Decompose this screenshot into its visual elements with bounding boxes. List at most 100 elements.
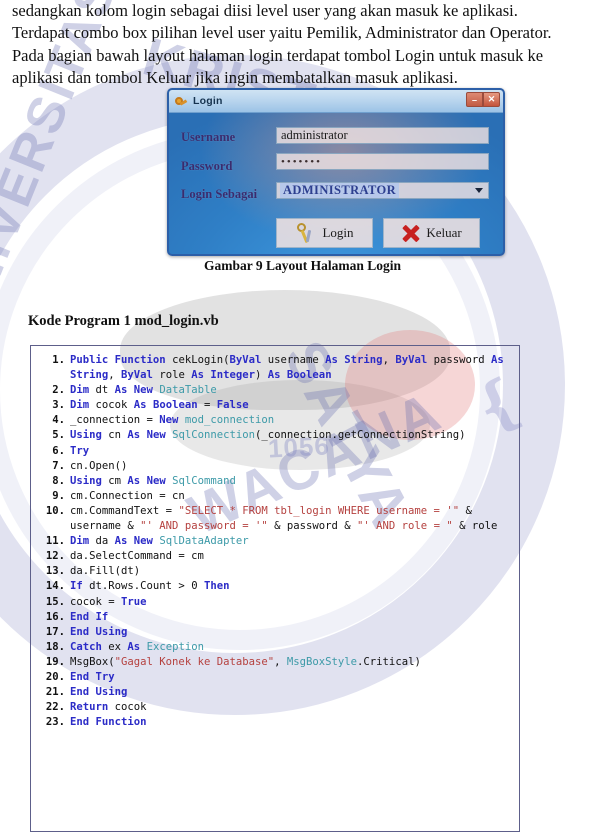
username-input[interactable]: administrator (276, 127, 489, 144)
chevron-down-icon[interactable] (475, 188, 483, 193)
code-line: 23. End Function (40, 715, 513, 730)
code-token: As (127, 640, 147, 653)
code-token: Dim (70, 399, 96, 412)
code-line: 3. Dim cocok As Boolean = False (40, 398, 513, 413)
code-token: Public (70, 354, 115, 366)
code-line-number: 19. (45, 655, 65, 668)
body-paragraph: sedangkan kolom login sebagai diisi leve… (12, 0, 605, 89)
code-token: Then (203, 580, 230, 593)
code-token: False (216, 399, 249, 412)
code-line-number: 13. (45, 565, 65, 578)
login-dialog-figure: Login – ✕ Username administrator Passwor… (167, 88, 505, 256)
code-line-number: 15. (45, 595, 65, 608)
code-token: ) (255, 369, 268, 382)
code-line-number: 11. (45, 535, 65, 548)
code-token: SqlDataAdapter (159, 535, 249, 548)
login-sebagai-selected-value: ADMINISTRATOR (280, 183, 400, 198)
login-window: Login – ✕ Username administrator Passwor… (167, 88, 505, 256)
code-line-number: 1. (52, 354, 65, 366)
code-token: da.SelectCommand = cm (70, 550, 204, 563)
code-token: MsgBoxStyle (286, 655, 358, 668)
code-token: "SELECT * FROM tbl_login WHERE username … (178, 504, 460, 517)
code-token: cocok (114, 701, 147, 714)
code-line: 17. End Using (40, 625, 513, 640)
code-line-text: _connection = New mod_connection (70, 413, 513, 428)
code-token: If (70, 580, 90, 593)
code-token: Dim (70, 535, 96, 548)
minimize-icon[interactable]: – (466, 92, 483, 107)
code-token: As (267, 369, 287, 382)
code-token: mod_connection (184, 414, 275, 427)
login-window-body: Username administrator Password ••••••• … (169, 112, 503, 254)
code-token: _connection = (70, 414, 160, 427)
code-line-text: End Try (70, 670, 513, 685)
code-line-number: 7. (52, 459, 65, 472)
code-line-number: 6. (52, 444, 65, 457)
login-sebagai-row: Login Sebagai (181, 185, 257, 204)
code-token: New (133, 535, 160, 548)
code-listing-heading: Kode Program 1 mod_login.vb (28, 313, 219, 329)
code-token: As (133, 399, 153, 412)
login-sebagai-combobox[interactable]: ADMINISTRATOR (276, 182, 489, 199)
code-token: dt.Rows.Count > 0 (89, 580, 204, 593)
code-token: dt (95, 384, 115, 397)
code-token: cm.CommandText = (70, 504, 179, 517)
code-line-text: Catch ex As Exception (70, 640, 513, 655)
code-line: 6. Try (40, 444, 513, 459)
code-line: 9. cm.Connection = cn (40, 489, 513, 504)
code-line: 10. cm.CommandText = "SELECT * FROM tbl_l… (40, 504, 513, 534)
code-token: End Using (70, 686, 128, 699)
code-token: New (133, 384, 160, 397)
keys-icon (174, 95, 188, 108)
code-line-text: MsgBox("Gagal Konek ke Database", MsgBox… (70, 655, 513, 670)
code-token: New (159, 414, 185, 427)
code-token: password (433, 354, 492, 366)
code-token: End Function (70, 716, 147, 729)
login-dialog-buttons: Login Keluar (276, 218, 480, 248)
code-token: , (274, 655, 287, 668)
code-token: As (114, 535, 134, 548)
code-line-text: End Using (70, 625, 513, 640)
code-token: As (114, 384, 134, 397)
code-line-text: da.Fill(dt) (70, 564, 513, 579)
code-line-number: 8. (52, 474, 65, 487)
code-line-text: Dim da As New SqlDataAdapter (70, 534, 513, 549)
code-line-text: Dim dt As New DataTable (70, 383, 513, 398)
close-icon[interactable]: ✕ (483, 92, 500, 107)
code-token: Using (70, 474, 109, 487)
code-token: String (344, 354, 383, 366)
code-line-number: 17. (45, 625, 65, 638)
code-token: As (127, 474, 147, 487)
code-token: & password & (267, 520, 358, 533)
code-token: Boolean (152, 399, 204, 412)
code-token: cn.Open() (70, 459, 128, 472)
login-window-titlebar[interactable]: Login – ✕ (169, 90, 503, 113)
login-button[interactable]: Login (276, 218, 373, 248)
username-row: Username (181, 128, 235, 147)
code-token: "' AND password = '" (140, 520, 268, 533)
code-line: 18. Catch ex As Exception (40, 640, 513, 655)
code-token: MsgBox( (70, 655, 115, 668)
keluar-button-label: Keluar (426, 225, 462, 240)
code-line-text: cm.CommandText = "SELECT * FROM tbl_logi… (70, 504, 513, 534)
code-token: New (146, 429, 173, 442)
code-line: 11. Dim da As New SqlDataAdapter (40, 534, 513, 549)
code-token: DataTable (159, 384, 217, 397)
code-line: 20. End Try (40, 670, 513, 685)
code-token: = (203, 399, 217, 412)
password-row: Password (181, 157, 232, 176)
keluar-button[interactable]: Keluar (383, 218, 480, 248)
code-token: String (70, 369, 109, 382)
red-x-icon (401, 223, 421, 243)
code-line-text: Return cocok (70, 700, 513, 715)
code-token: End Using (70, 625, 128, 638)
code-line-text: Public Function cekLogin(ByVal username … (70, 353, 513, 383)
code-line-text: da.SelectCommand = cm (70, 549, 513, 564)
code-token: Return (70, 701, 115, 714)
password-input[interactable]: ••••••• (276, 153, 489, 170)
username-label: Username (181, 130, 236, 144)
code-line: 21. End Using (40, 685, 513, 700)
code-line: 16. End If (40, 610, 513, 625)
code-token: cocok (95, 399, 134, 412)
code-token: "Gagal Konek ke Database" (114, 655, 275, 668)
